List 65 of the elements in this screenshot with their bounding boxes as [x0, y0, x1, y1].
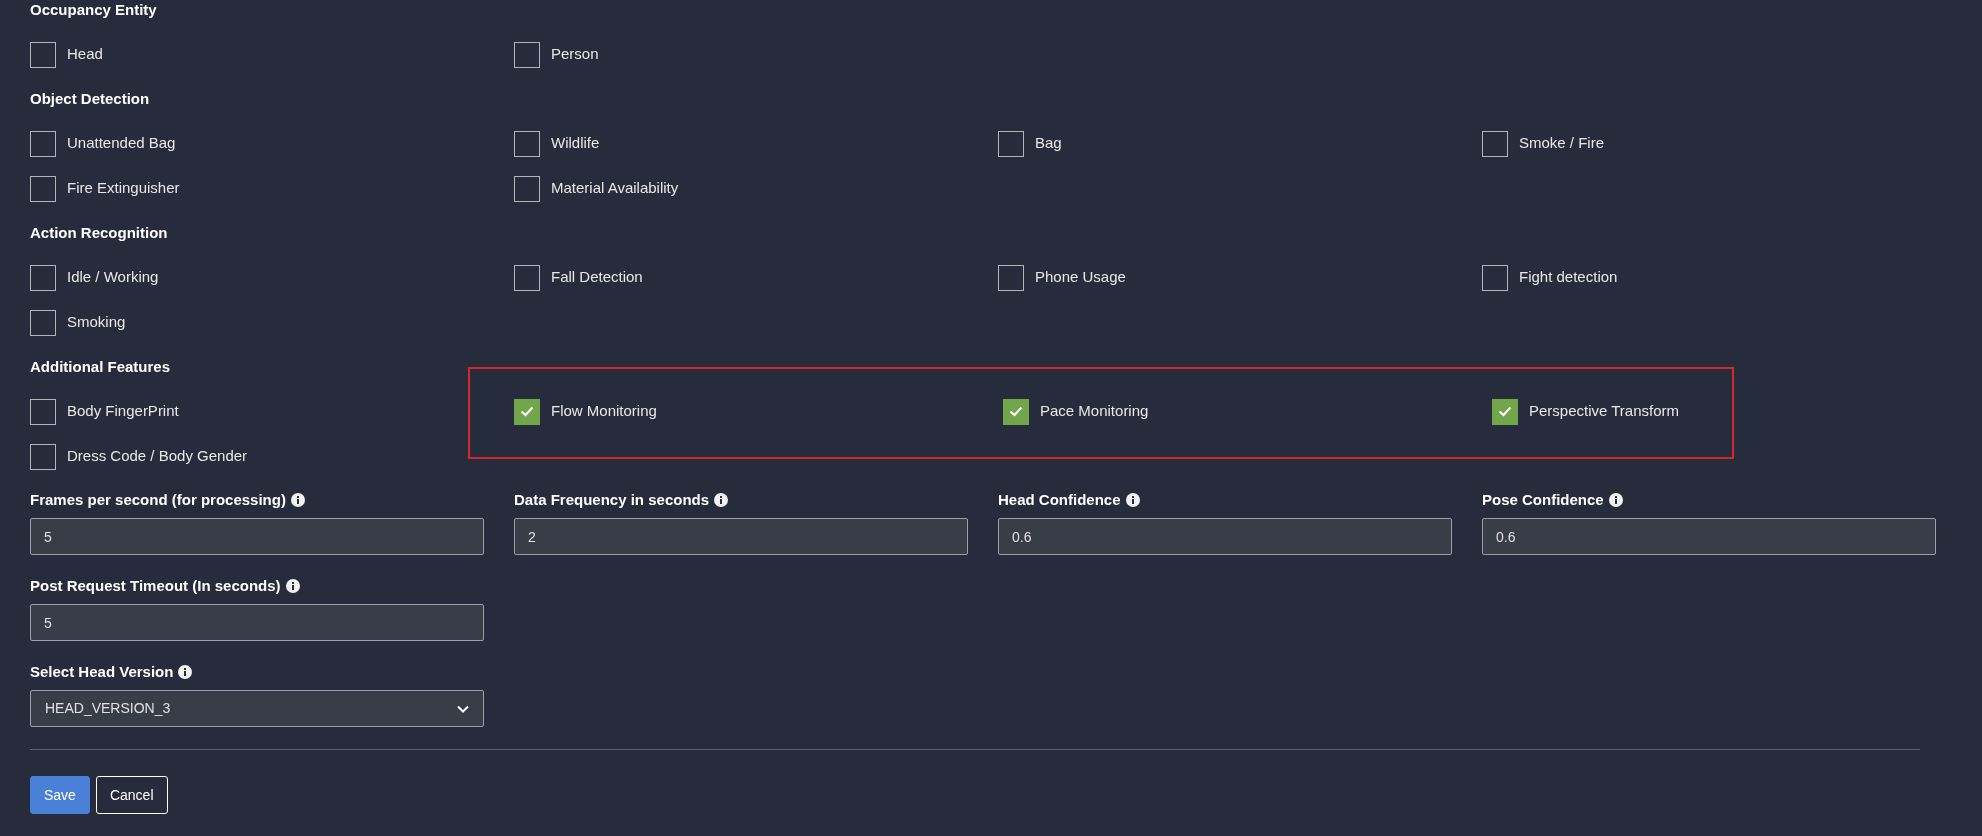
- chevron-down-icon: [457, 704, 469, 713]
- input-field[interactable]: 5: [30, 518, 484, 555]
- info-icon: [290, 493, 305, 507]
- checkbox[interactable]: [998, 130, 1024, 157]
- checkbox-label: Flow Monitoring: [551, 401, 657, 422]
- checkbox[interactable]: [30, 41, 56, 68]
- checkbox-label: Smoking: [67, 312, 126, 333]
- checkbox-label: Bag: [1035, 133, 1062, 154]
- checkbox-label: Head: [67, 44, 103, 65]
- checkbox[interactable]: [514, 175, 540, 202]
- section-heading: Object Detection: [30, 88, 150, 109]
- checkbox-label: Pace Monitoring: [1040, 401, 1149, 422]
- input-field[interactable]: 0.6: [998, 518, 1452, 555]
- field-label: Data Frequency in seconds: [514, 489, 710, 510]
- checkbox[interactable]: [30, 130, 56, 157]
- cancel-button[interactable]: Cancel: [95, 776, 168, 814]
- field-label: Select Head Version: [30, 661, 174, 682]
- checkbox[interactable]: [1482, 264, 1508, 291]
- checkbox-label: Fight detection: [1519, 267, 1618, 288]
- field-label: Pose Confidence: [1482, 489, 1604, 510]
- checkbox-label: Phone Usage: [1035, 267, 1126, 288]
- checkbox-label: Perspective Transform: [1529, 401, 1680, 422]
- checkbox-label: Fall Detection: [551, 267, 643, 288]
- input-field[interactable]: 0.6: [1482, 518, 1936, 555]
- section-heading: Additional Features: [30, 356, 171, 377]
- checkbox-label: Wildlife: [551, 133, 600, 154]
- checkmark-icon: [1498, 406, 1512, 417]
- checkbox[interactable]: [30, 309, 56, 336]
- checkbox-label: Unattended Bag: [67, 133, 176, 154]
- field-label: Head Confidence: [998, 489, 1121, 510]
- checkbox-label: Fire Extinguisher: [67, 178, 180, 199]
- input-field[interactable]: 5: [30, 604, 484, 641]
- checkbox[interactable]: [514, 398, 540, 425]
- checkbox-label: Person: [551, 44, 599, 65]
- info-icon: [285, 579, 300, 593]
- save-button[interactable]: Save: [30, 776, 90, 814]
- info-icon: [1608, 493, 1623, 507]
- checkbox-label: Idle / Working: [67, 267, 159, 288]
- checkbox[interactable]: [30, 443, 56, 470]
- checkbox[interactable]: [514, 130, 540, 157]
- dropdown-value: HEAD_VERSION_3: [45, 699, 171, 718]
- checkbox-label: Body FingerPrint: [67, 401, 179, 422]
- checkmark-icon: [1009, 406, 1023, 417]
- checkbox[interactable]: [1482, 130, 1508, 157]
- input-field[interactable]: 2: [514, 518, 968, 555]
- checkbox[interactable]: [998, 264, 1024, 291]
- checkbox[interactable]: [514, 41, 540, 68]
- checkbox[interactable]: [1003, 398, 1029, 425]
- checkbox[interactable]: [1492, 398, 1518, 425]
- checkbox-label: Smoke / Fire: [1519, 133, 1605, 154]
- checkbox[interactable]: [30, 398, 56, 425]
- checkbox-label: Material Availability: [551, 178, 679, 199]
- info-icon: [1125, 493, 1140, 507]
- info-icon: [714, 493, 729, 507]
- checkbox[interactable]: [30, 175, 56, 202]
- checkbox[interactable]: [30, 264, 56, 291]
- info-icon: [178, 665, 193, 679]
- checkbox[interactable]: [514, 264, 540, 291]
- section-heading: Action Recognition: [30, 222, 168, 243]
- field-label: Frames per second (for processing): [30, 489, 286, 510]
- checkmark-icon: [520, 406, 534, 417]
- field-label: Post Request Timeout (In seconds): [30, 575, 281, 596]
- section-heading: Occupancy Entity: [30, 0, 157, 20]
- checkbox-label: Dress Code / Body Gender: [67, 446, 248, 467]
- dropdown[interactable]: HEAD_VERSION_3: [30, 690, 484, 727]
